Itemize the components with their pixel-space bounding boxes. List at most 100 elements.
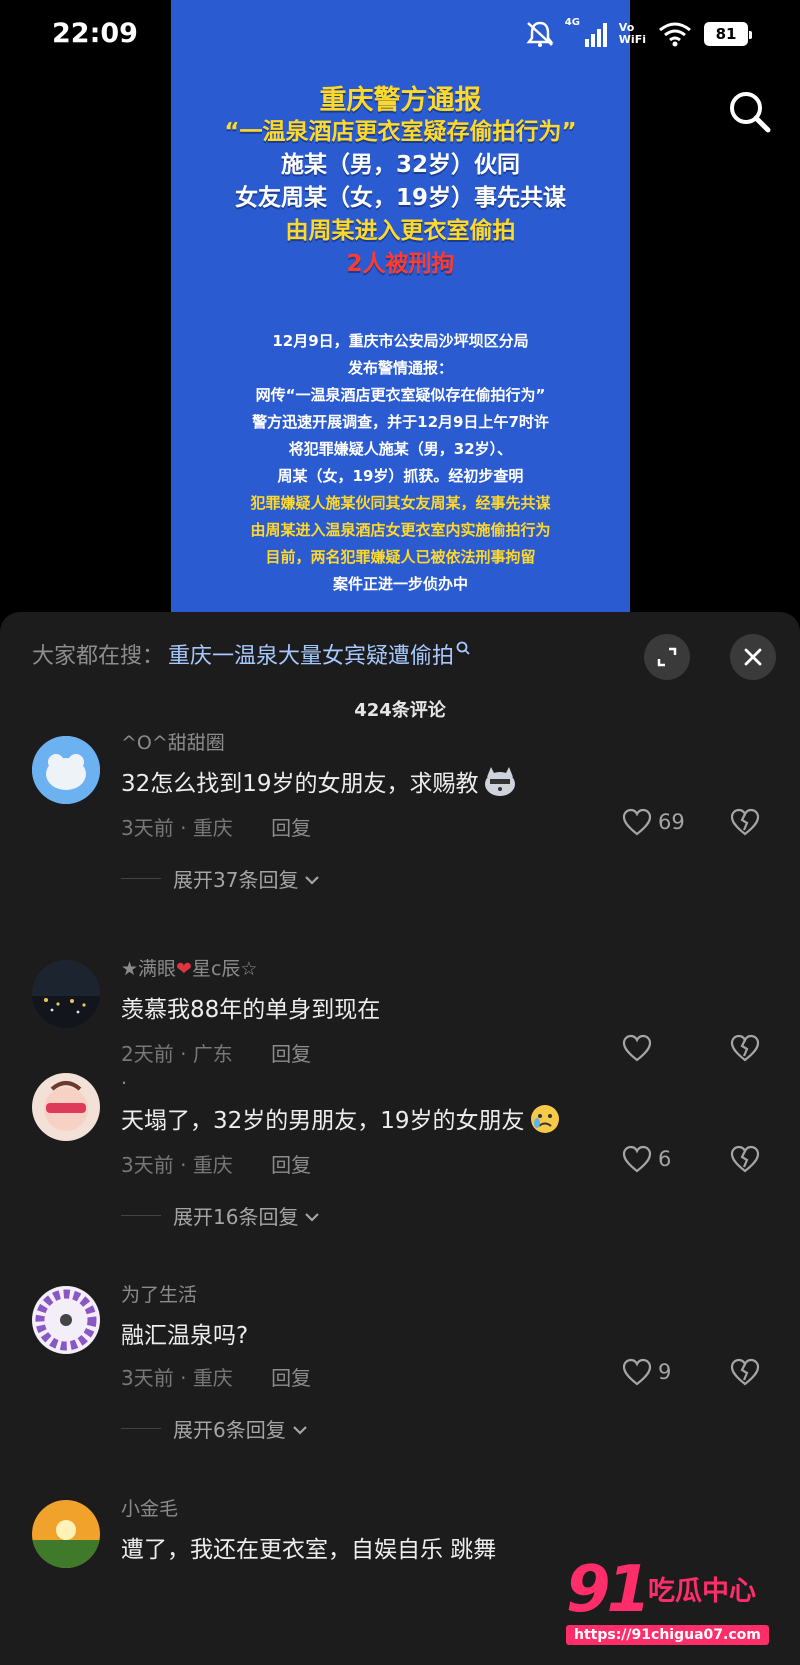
comment-meta: 3天前 · 重庆 回复 — [121, 812, 311, 841]
poster-headline-5: 2人被刑拘 — [346, 251, 455, 277]
poster-body-line: 将犯罪嫌疑人施某（男，32岁）、 — [288, 440, 513, 458]
comment-text: 遭了，我还在更衣室，自娱自乐 跳舞 — [121, 1537, 497, 1563]
heart-emoji-icon: ❤ — [176, 958, 192, 980]
comment-username[interactable]: ★满眼❤星c辰☆ — [121, 954, 257, 981]
poster-headline-1: “一温泉酒店更衣室疑存偷拍行为” — [224, 119, 577, 145]
search-icon[interactable] — [726, 88, 774, 136]
comment-username[interactable]: . — [121, 1067, 127, 1089]
username-part: ★满眼 — [121, 958, 177, 980]
poster-body-line: 案件正进一步侦办中 — [332, 575, 468, 593]
video-player[interactable]: 重庆警方通报 “一温泉酒店更衣室疑存偷拍行为” 施某（男，32岁）伙同 女友周某… — [0, 0, 800, 612]
dislike-button[interactable] — [730, 1358, 760, 1390]
battery-icon: 81 — [704, 22, 752, 46]
comment-text: 融汇温泉吗? — [121, 1323, 249, 1349]
avatar[interactable] — [32, 960, 100, 1028]
hot-search-bar[interactable]: 大家都在搜： 重庆一温泉大量女宾疑遭偷拍 — [32, 638, 470, 670]
watermark-number: 91 — [566, 1553, 651, 1627]
expand-replies-button[interactable]: 展开37条回复 — [121, 864, 320, 893]
heart-icon — [622, 808, 652, 836]
expand-icon — [657, 647, 677, 667]
like-count: 69 — [658, 810, 685, 834]
meta-separator: · — [180, 1153, 193, 1177]
police-notice-poster: 重庆警方通报 “一温泉酒店更衣室疑存偷拍行为” 施某（男，32岁）伙同 女友周某… — [171, 0, 630, 612]
comment-sheet: 大家都在搜： 重庆一温泉大量女宾疑遭偷拍 424条评论 ^O^甜甜圈 32怎么找… — [0, 612, 800, 1665]
comment-location: 重庆 — [192, 1153, 233, 1177]
vowifi-icon: Vo WiFi — [619, 22, 646, 46]
avatar[interactable] — [32, 736, 100, 804]
poster-body-line: 犯罪嫌疑人施某伙同其女友周某，经事先共谋 — [250, 494, 551, 512]
chevron-down-icon — [292, 1417, 308, 1441]
expand-replies-label: 展开16条回复 — [173, 1205, 299, 1229]
broken-heart-icon — [730, 1034, 760, 1062]
avatar[interactable] — [32, 1500, 100, 1568]
dislike-button[interactable] — [730, 1034, 760, 1066]
comment-count: 424条评论 — [354, 700, 446, 721]
like-count: 9 — [658, 1360, 672, 1384]
meta-separator: · — [180, 816, 193, 840]
heart-icon — [622, 1145, 652, 1173]
broken-heart-icon — [730, 1145, 760, 1173]
poster-headline-2: 施某（男，32岁）伙同 — [280, 152, 520, 178]
search-small-icon — [456, 641, 470, 659]
status-icons: 4G Vo WiFi 81 — [525, 17, 752, 48]
reply-button[interactable]: 回复 — [271, 816, 311, 840]
like-button[interactable]: 69 — [622, 808, 685, 836]
username-part: 星c辰☆ — [191, 958, 258, 980]
comment-meta: 2天前 · 广东 回复 — [121, 1038, 311, 1067]
reply-button[interactable]: 回复 — [271, 1366, 311, 1390]
vowifi-bottom: WiFi — [618, 33, 646, 46]
comment-text-content: 32怎么找到19岁的女朋友，求赐教 — [121, 771, 479, 797]
reply-button[interactable]: 回复 — [271, 1153, 311, 1177]
comment-text: 羡慕我88年的单身到现在 — [121, 997, 381, 1023]
expand-replies-button[interactable]: 展开16条回复 — [121, 1201, 320, 1230]
comment-username[interactable]: ^O^甜甜圈 — [121, 728, 225, 755]
poster-headline-4: 由周某进入更衣室偷拍 — [285, 218, 516, 244]
hot-search-link[interactable]: 重庆一温泉大量女宾疑遭偷拍 — [168, 638, 454, 670]
status-time: 22:09 — [52, 18, 138, 49]
meta-separator: · — [180, 1366, 193, 1390]
heart-icon — [622, 1034, 652, 1062]
avatar[interactable] — [32, 1286, 100, 1354]
broken-heart-icon — [730, 1358, 760, 1386]
comment-meta: 3天前 · 重庆 回复 — [121, 1362, 311, 1391]
meta-separator: · — [180, 1042, 193, 1066]
like-button[interactable] — [622, 1034, 652, 1062]
dislike-button[interactable] — [730, 808, 760, 840]
expand-replies-button[interactable]: 展开6条回复 — [121, 1414, 308, 1443]
crying-emoji-icon — [529, 1103, 561, 1141]
avatar[interactable] — [32, 1073, 100, 1141]
poster-body-line: 警方迅速开展调查，并于12月9日上午7时许 — [252, 413, 549, 431]
poster-headline-3: 女友周某（女，19岁）事先共谋 — [234, 185, 566, 211]
comment-time: 3天前 — [121, 816, 174, 840]
comment-time: 3天前 — [121, 1153, 174, 1177]
comment-username[interactable]: 小金毛 — [121, 1494, 178, 1521]
poster-body-line: 由周某进入温泉酒店女更衣室内实施偷拍行为 — [250, 521, 551, 539]
fullscreen-button[interactable] — [644, 634, 690, 680]
poster-body-line: 12月9日，重庆市公安局沙坪坝区分局 — [272, 332, 529, 350]
poster-body-line: 发布警情通报： — [347, 359, 453, 377]
comment-meta: 3天前 · 重庆 回复 — [121, 1149, 311, 1178]
hot-search-prefix: 大家都在搜： — [32, 644, 165, 669]
like-button[interactable]: 6 — [622, 1145, 671, 1173]
comment-username[interactable]: 为了生活 — [121, 1280, 197, 1307]
expand-replies-label: 展开37条回复 — [173, 868, 299, 892]
poster-body-line: 目前，两名犯罪嫌疑人已被依法刑事拘留 — [265, 548, 536, 566]
poster-body-line: 网传“一温泉酒店更衣室疑似存在偷拍行为” — [255, 386, 546, 404]
network-type: 4G — [564, 17, 580, 28]
comment-text: 天塌了，32岁的男朋友，19岁的女朋友 — [121, 1101, 561, 1141]
close-button[interactable] — [730, 634, 776, 680]
reply-button[interactable]: 回复 — [271, 1042, 311, 1066]
like-count: 6 — [658, 1147, 672, 1171]
comment-location: 广东 — [192, 1042, 233, 1066]
heart-icon — [622, 1358, 652, 1386]
site-watermark: 91 吃瓜中心 https://91chigua07.com — [560, 1553, 800, 1653]
chevron-down-icon — [304, 867, 320, 891]
watermark-brand: 吃瓜中心 — [648, 1576, 756, 1607]
like-button[interactable]: 9 — [622, 1358, 671, 1386]
comment-location: 重庆 — [192, 1366, 233, 1390]
comment-time: 3天前 — [121, 1366, 174, 1390]
poster-body-line: 周某（女，19岁）抓获。经初步查明 — [277, 467, 524, 485]
dislike-button[interactable] — [730, 1145, 760, 1177]
signal-icon: 4G — [565, 17, 607, 47]
watermark-url: https://91chigua07.com — [566, 1625, 769, 1645]
